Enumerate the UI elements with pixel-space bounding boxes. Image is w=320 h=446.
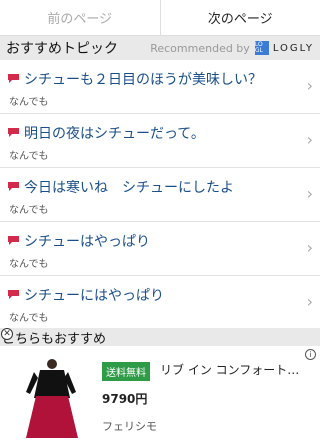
chevron-right-icon: › <box>306 238 313 257</box>
next-page-button[interactable]: 次のページ <box>161 0 320 35</box>
also-recommended-title: こちらもおすすめ <box>2 331 107 347</box>
topic-item[interactable]: シチューはやっぱり なんでも › <box>0 222 320 276</box>
free-shipping-badge: 送料無料 <box>102 362 150 381</box>
topic-title: 明日の夜はシチューだって。 <box>24 126 205 142</box>
ad-product-title[interactable]: リブ イン コンフォート… <box>160 361 300 378</box>
comment-flag-icon <box>8 236 19 245</box>
chevron-right-icon: › <box>306 292 313 311</box>
prev-page-button[interactable]: 前のページ <box>0 0 161 35</box>
close-ad-icon[interactable]: ✕ <box>1 328 13 340</box>
topic-category: なんでも <box>9 97 49 108</box>
ad-price: 9790円 <box>102 392 148 406</box>
topic-title: 今日は寒いね シチューにしたよ <box>24 180 234 196</box>
topic-category: なんでも <box>9 205 49 216</box>
comment-flag-icon <box>8 74 19 83</box>
topic-title: シチューはやっぱり <box>24 234 150 250</box>
topic-title: シチューにはやっぱり <box>24 288 164 304</box>
comment-flag-icon <box>8 182 19 191</box>
comment-flag-icon <box>8 128 19 137</box>
chevron-right-icon: › <box>306 130 313 149</box>
product-image <box>26 359 78 438</box>
topic-category: なんでも <box>9 151 49 162</box>
ad-shop-name: フェリシモ <box>102 420 157 433</box>
recommended-by-label: Recommended by <box>150 41 250 55</box>
logly-credit[interactable]: Recommended by LO GL LOGLY <box>150 41 320 55</box>
topic-category: なんでも <box>9 313 49 324</box>
chevron-right-icon: › <box>306 76 313 95</box>
recommended-topics-header: おすすめトピック Recommended by LO GL LOGLY <box>0 36 320 60</box>
topic-title: シチューも２日目のほうが美味しい？ <box>24 72 262 88</box>
topic-item[interactable]: シチューにはやっぱり なんでも › <box>0 276 320 330</box>
ad-info-icon[interactable]: i <box>305 349 316 360</box>
topic-item[interactable]: 今日は寒いね シチューにしたよ なんでも › <box>0 168 320 222</box>
ad-card[interactable]: 送料無料 リブ イン コンフォート… 9790円 フェリシモ i <box>0 346 320 446</box>
topic-list: シチューも２日目のほうが美味しい？ なんでも › 明日の夜はシチューだって。 な… <box>0 60 320 330</box>
logly-logo-text: LOGLY <box>272 42 314 54</box>
logly-logo-icon: LO GL <box>254 41 269 55</box>
recommended-topics-title: おすすめトピック <box>6 41 118 57</box>
topic-category: なんでも <box>9 259 49 270</box>
chevron-right-icon: › <box>306 184 313 203</box>
comment-flag-icon <box>8 290 19 299</box>
topic-item[interactable]: 明日の夜はシチューだって。 なんでも › <box>0 114 320 168</box>
also-recommended-header: こちらもおすすめ <box>0 328 320 347</box>
topic-item[interactable]: シチューも２日目のほうが美味しい？ なんでも › <box>0 60 320 114</box>
pager: 前のページ 次のページ <box>0 0 320 36</box>
